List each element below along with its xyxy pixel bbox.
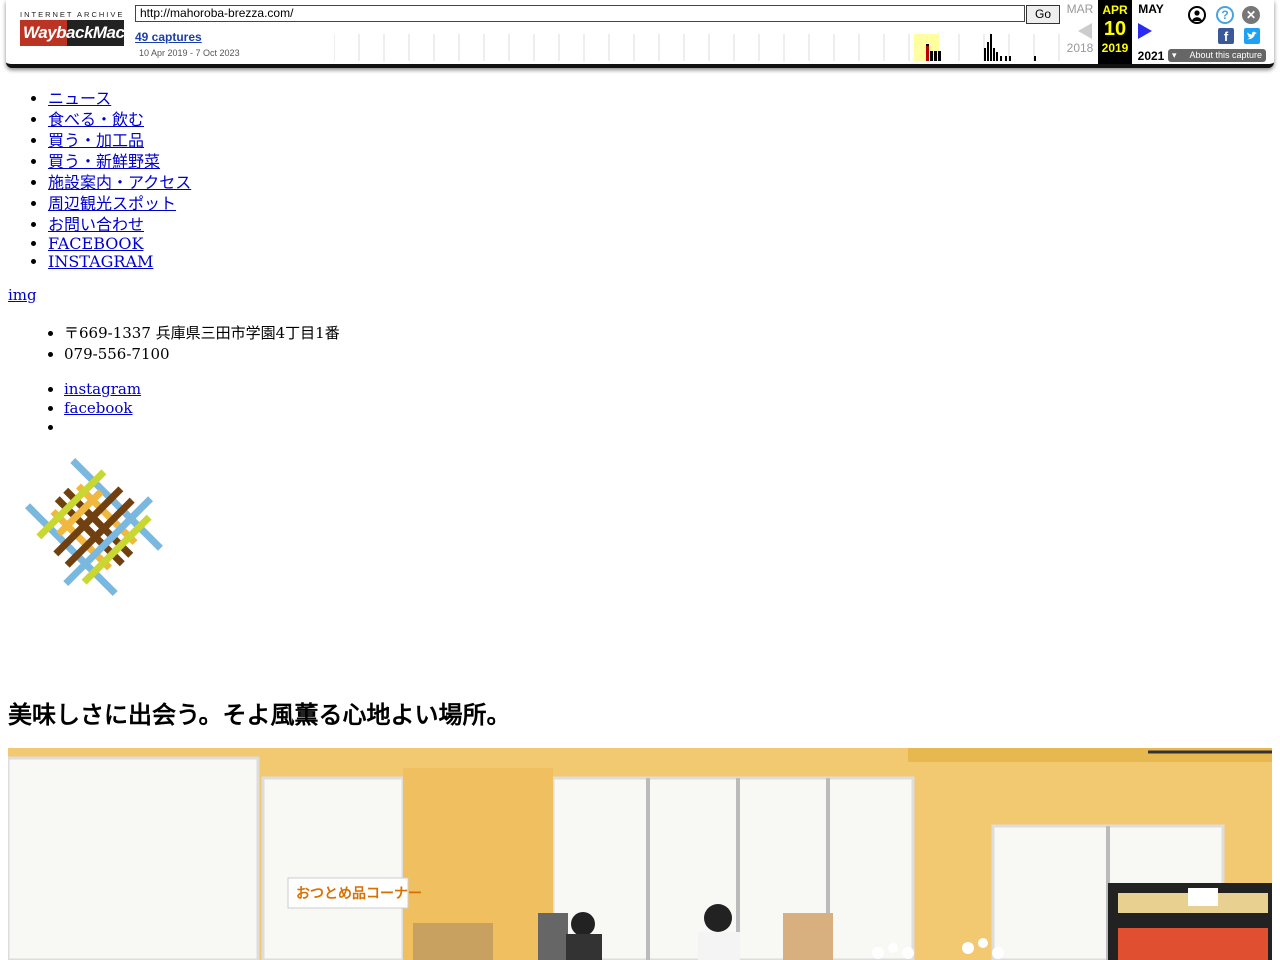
about-capture-label: About this capture xyxy=(1189,50,1262,60)
wayback-next-year[interactable]: 2021 xyxy=(1134,49,1168,63)
nav-item: 買う・新鮮野菜 xyxy=(48,151,191,172)
wayback-logo-main: WaybackMachine xyxy=(20,20,158,46)
nav-item: お問い合わせ xyxy=(48,214,191,235)
wayback-toolbar: INTERNET ARCHIVE WaybackMachine http://m… xyxy=(6,0,1274,68)
nav-item: ニュース xyxy=(48,88,191,109)
facebook-link[interactable]: facebook xyxy=(64,399,133,417)
hero-illustration: おつとめ品コーナー xyxy=(8,748,1272,960)
contact-address: 〒669-1337 兵庫県三田市学園4丁目1番 xyxy=(64,323,340,344)
social-links: instagram facebook xyxy=(8,380,141,437)
wayback-current-year: 2019 xyxy=(1101,41,1129,55)
social-item: facebook xyxy=(64,399,141,418)
facebook-share-icon[interactable]: f xyxy=(1218,28,1234,44)
wayback-current-day: 10 xyxy=(1103,18,1127,40)
wayback-capture-sparkline[interactable] xyxy=(334,34,1060,61)
contact-phone: 079-556-7100 xyxy=(64,344,340,365)
close-icon[interactable]: ✕ xyxy=(1242,6,1260,24)
sparkline-year-dividers xyxy=(334,34,1060,61)
nav-link-contact[interactable]: お問い合わせ xyxy=(48,215,144,234)
about-capture-button[interactable]: ▾ About this capture xyxy=(1168,49,1266,62)
ceiling-beam xyxy=(908,748,1272,762)
sparkline-current-marker xyxy=(926,46,929,61)
nav-item: 施設案内・アクセス xyxy=(48,172,191,193)
produce-rack xyxy=(1108,883,1272,960)
social-item-empty xyxy=(64,418,141,437)
wooden-crate xyxy=(783,913,833,960)
svg-text:おつとめ品コーナー: おつとめ品コーナー xyxy=(296,886,422,902)
wayback-captures-link[interactable]: 49 captures xyxy=(135,30,202,44)
wayback-url-input[interactable]: http://mahoroba-brezza.com/ xyxy=(135,5,1025,22)
wayback-logo[interactable]: INTERNET ARCHIVE WaybackMachine xyxy=(20,10,158,46)
wayback-logo-top: INTERNET ARCHIVE xyxy=(20,10,125,19)
sign-board: おつとめ品コーナー xyxy=(287,877,422,909)
nav-link-instagram[interactable]: INSTAGRAM xyxy=(48,252,153,271)
nav-link-processed-goods[interactable]: 買う・加工品 xyxy=(48,131,144,150)
contact-info: 〒669-1337 兵庫県三田市学園4丁目1番 079-556-7100 xyxy=(8,323,340,365)
wayback-prev-year[interactable]: 2018 xyxy=(1065,41,1095,55)
nav-item: 食べる・飲む xyxy=(48,109,191,130)
nav-link-news[interactable]: ニュース xyxy=(48,89,111,108)
brand-logo[interactable] xyxy=(16,452,172,602)
twitter-share-icon[interactable] xyxy=(1244,28,1260,44)
wayback-current-date: APR 10 2019 xyxy=(1098,0,1132,64)
nav-link-facility-access[interactable]: 施設案内・アクセス xyxy=(48,173,191,192)
nav-item: FACEBOOK xyxy=(48,235,191,253)
help-icon[interactable]: ? xyxy=(1216,6,1234,24)
nav-item: 周辺観光スポット xyxy=(48,193,191,214)
wayback-prev-month[interactable]: MAR xyxy=(1065,2,1095,16)
account-icon[interactable] xyxy=(1188,6,1206,24)
main-nav: ニュース 食べる・飲む 買う・加工品 買う・新鮮野菜 施設案内・アクセス 周辺観… xyxy=(8,88,191,271)
sparkline-bars xyxy=(926,34,1036,61)
wayback-current-month: APR xyxy=(1102,3,1128,17)
social-item: instagram xyxy=(64,380,141,399)
chevron-down-icon: ▾ xyxy=(1172,50,1177,60)
nav-link-facebook[interactable]: FACEBOOK xyxy=(48,234,143,253)
instagram-link[interactable]: instagram xyxy=(64,380,141,398)
page-tagline: 美味しさに出会う。そよ風薫る心地よい場所。 xyxy=(8,701,511,729)
hero-shop-photo: おつとめ品コーナー xyxy=(8,748,1272,960)
header-image-link[interactable]: img xyxy=(8,286,37,304)
nav-link-eat-drink[interactable]: 食べる・飲む xyxy=(48,110,144,129)
wayback-next-month[interactable]: MAY xyxy=(1134,2,1168,16)
wayback-go-button[interactable]: Go xyxy=(1026,5,1060,24)
nav-link-fresh-vegetables[interactable]: 買う・新鮮野菜 xyxy=(48,152,160,171)
prev-capture-arrow-icon[interactable] xyxy=(1078,23,1092,39)
next-capture-arrow-icon[interactable] xyxy=(1138,23,1152,39)
nav-item: 買う・加工品 xyxy=(48,130,191,151)
nav-item: INSTAGRAM xyxy=(48,253,191,271)
wayback-date-range: 10 Apr 2019 - 7 Oct 2023 xyxy=(139,48,240,58)
nav-link-sightseeing[interactable]: 周辺観光スポット xyxy=(48,194,176,213)
